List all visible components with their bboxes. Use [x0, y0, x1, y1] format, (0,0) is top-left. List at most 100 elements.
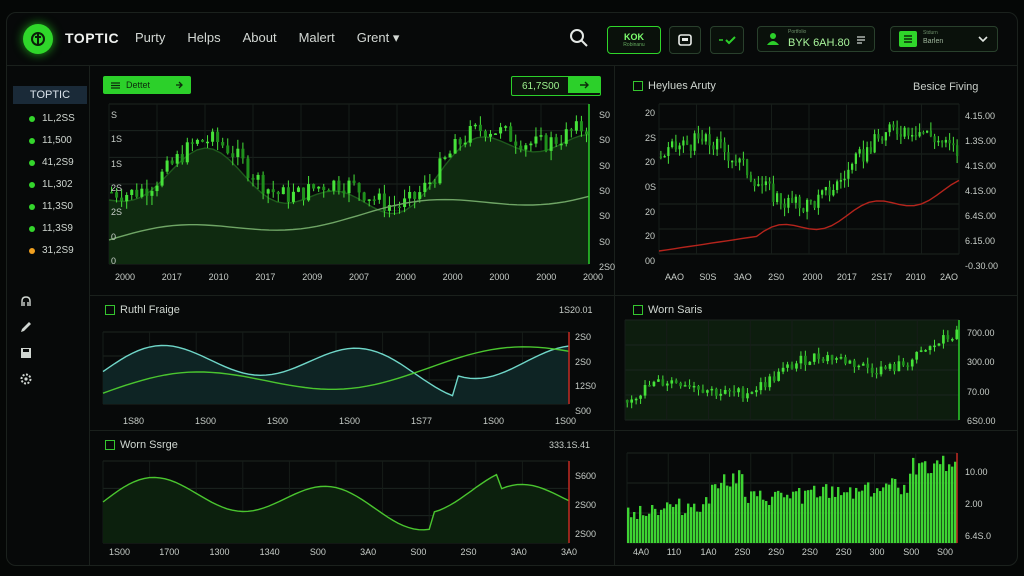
candle [661, 379, 665, 386]
candle [448, 153, 452, 158]
candle [884, 132, 887, 141]
search-icon[interactable] [569, 28, 589, 48]
candle [175, 154, 179, 164]
pencil-icon[interactable] [19, 320, 33, 334]
y-tick-label: 2S [645, 132, 657, 143]
candle [145, 188, 149, 196]
account-dropdown[interactable]: Stdurn Barlen [890, 26, 998, 52]
candle [534, 136, 538, 144]
candle [941, 140, 944, 143]
volume-bar [822, 486, 825, 543]
candle [504, 126, 508, 128]
volume-bar [633, 511, 636, 543]
volume-bar-chart[interactable] [626, 452, 958, 544]
nav-item-malert[interactable]: Malert [299, 30, 335, 46]
y-tick-label: 6.4S.00 [965, 211, 997, 221]
y-tick-label: 6S0.00 [967, 416, 996, 426]
account-avatar [899, 31, 917, 47]
volume-bar [885, 483, 888, 543]
y-tick-label: 700.00 [967, 328, 995, 338]
status-dot-icon [29, 115, 35, 122]
candle [634, 398, 638, 401]
panel-title-text: Ruthl Fraige [120, 304, 180, 316]
volume-bar [855, 487, 858, 543]
nav-item-purty[interactable]: Purty [135, 30, 165, 46]
y-tick-label: 4.15.00 [965, 111, 996, 121]
nav-item-grent-dropdown[interactable]: Grent ▾ [357, 30, 400, 46]
volume-bar [852, 498, 855, 543]
main-candlestick-chart[interactable] [108, 103, 590, 265]
ticker-item[interactable]: 11,500 [29, 135, 72, 146]
surge-area-chart[interactable] [102, 460, 570, 544]
nav-item-about[interactable]: About [243, 30, 277, 46]
nav-item-helps[interactable]: Helps [187, 30, 220, 46]
save-icon[interactable] [19, 346, 33, 360]
series-candlestick-chart[interactable] [624, 319, 960, 421]
status-badge-button[interactable]: KOK Robinanu [607, 26, 661, 54]
value-display-button[interactable]: 61,7S00 [511, 76, 601, 96]
candle [708, 134, 711, 146]
candle [688, 385, 691, 387]
x-tick-label: 1S00 [555, 416, 577, 426]
candle [190, 142, 194, 144]
candle [772, 183, 775, 203]
ticker-item[interactable]: 1L,2SS [29, 113, 75, 124]
settings-icon[interactable] [19, 372, 33, 386]
person-icon [767, 33, 779, 45]
ticker-item[interactable]: 11,3S9 [29, 223, 73, 234]
network-icon[interactable] [19, 294, 33, 308]
candle [817, 353, 821, 359]
candle [674, 380, 678, 383]
ticker-item[interactable]: 1L,302 [29, 179, 73, 190]
portfolio-value-box[interactable]: Portfolio BYK 6AH.80 [757, 26, 875, 52]
chart-icon [105, 440, 115, 450]
volume-bar [678, 498, 681, 543]
volume-bar [684, 513, 687, 543]
volume-bar [936, 460, 939, 543]
volume-bar [756, 496, 759, 543]
candle [150, 191, 154, 196]
candle [776, 193, 779, 203]
candle [625, 400, 629, 403]
volume-bar [810, 489, 813, 543]
candle [433, 182, 437, 185]
candle [950, 339, 954, 341]
candle [844, 357, 847, 364]
confirm-button[interactable] [710, 26, 744, 54]
logo-icon[interactable] [23, 24, 53, 54]
candle [236, 148, 240, 158]
sidebar-title[interactable]: TOPTIC [13, 86, 87, 104]
panel-title: Heylues Aruty [633, 80, 716, 92]
ticker-item[interactable]: 41,2S9 [29, 157, 74, 168]
volume-bar [699, 511, 702, 543]
y-tick-label: 2S [111, 183, 123, 193]
wallet-button[interactable] [669, 26, 701, 54]
ticker-value: 11,500 [42, 135, 72, 146]
candle [352, 180, 356, 184]
y-tick-label: S0 [599, 135, 611, 146]
arrow-button[interactable] [568, 77, 600, 93]
candle [786, 364, 789, 368]
ticker-item[interactable]: 31,2S9 [29, 245, 74, 256]
candle [413, 191, 417, 199]
panel-title-text: Heylues Aruty [648, 80, 716, 92]
y-tick-label: S0 [599, 186, 611, 196]
volume-bar [921, 462, 924, 543]
candle [928, 346, 932, 351]
x-tick-label: 300 [869, 547, 885, 557]
activity-candlestick-chart[interactable] [658, 103, 960, 255]
candle [564, 129, 568, 144]
volume-bar [867, 482, 870, 543]
series-chart-panel: Worn Saris 700.00 300.00 70.00 6S0.00 [615, 296, 1017, 431]
volume-bar [846, 492, 849, 543]
candle [665, 383, 669, 386]
range-area-chart[interactable] [102, 331, 570, 405]
ticker-item[interactable]: 11,3S0 [29, 201, 73, 212]
volume-bar [717, 488, 720, 543]
x-tick-label: 1S00 [195, 416, 217, 426]
chart-selector-button[interactable]: Dettet [103, 76, 191, 94]
volume-bar [645, 515, 648, 543]
x-tick-label: 2000 [802, 272, 823, 282]
y-tick-label: 6.15.00 [965, 236, 996, 246]
volume-bar [837, 487, 840, 543]
